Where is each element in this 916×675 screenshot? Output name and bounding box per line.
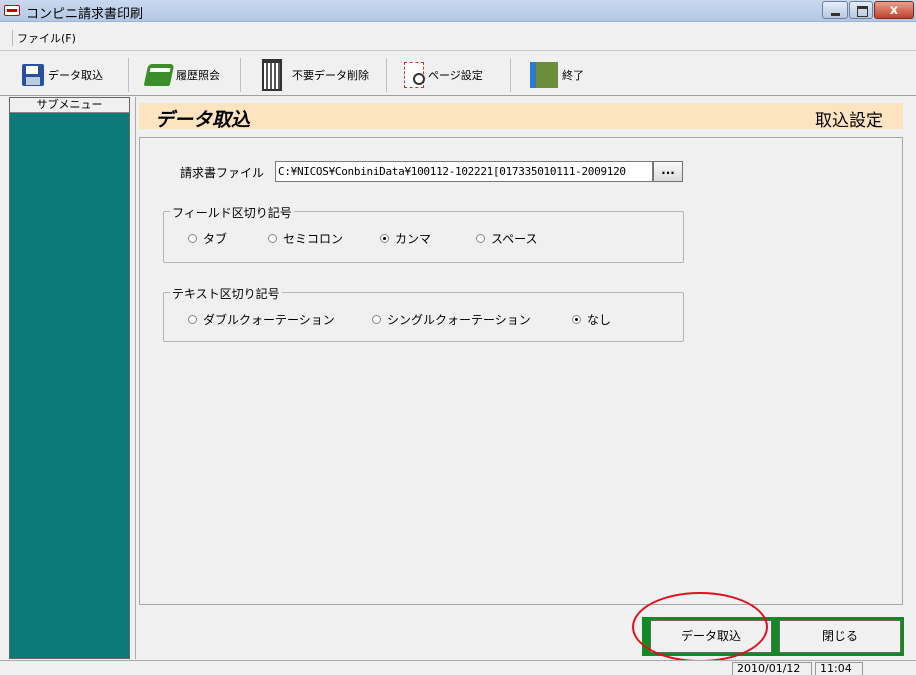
field-separator-title: フィールド区切り記号 xyxy=(170,204,294,221)
sidebar: サブメニュー xyxy=(9,97,130,659)
toolbar-exit-label: 終了 xyxy=(562,69,584,82)
menu-file[interactable]: ファイル(F) xyxy=(12,30,76,46)
radio-none[interactable]: なし xyxy=(572,311,611,328)
radio-icon xyxy=(188,234,197,243)
radio-comma[interactable]: カンマ xyxy=(380,230,431,247)
toolbar-page-setup-button[interactable]: ページ設定 xyxy=(404,60,483,90)
trash-can-icon xyxy=(262,59,282,91)
radio-label: セミコロン xyxy=(283,232,344,246)
radio-semicolon[interactable]: セミコロン xyxy=(268,230,343,247)
floppy-disk-icon xyxy=(22,64,44,86)
toolbar-page-setup-label: ページ設定 xyxy=(428,69,483,82)
toolbar-history-label: 履歴照会 xyxy=(176,69,220,82)
radio-label: シングルクォーテーション xyxy=(387,313,531,327)
toolbar-separator xyxy=(240,58,241,92)
app-icon xyxy=(4,5,20,16)
main-panel: データ取込 取込設定 請求書ファイル C:¥NICOS¥ConbiniData¥… xyxy=(135,97,913,659)
close-button[interactable]: 閉じる xyxy=(779,620,901,653)
file-label: 請求書ファイル xyxy=(180,166,265,180)
toolbar-delete-button[interactable]: 不要データ削除 xyxy=(262,59,369,91)
toolbar-exit-button[interactable]: 終了 xyxy=(530,60,584,90)
toolbar-import-button[interactable]: データ取込 xyxy=(22,60,103,90)
status-time: 11:04 xyxy=(815,662,863,675)
highlight-annotation xyxy=(632,592,768,662)
sidebar-title: サブメニュー xyxy=(10,98,129,113)
text-separator-group: テキスト区切り記号 ダブルクォーテーション シングルクォーテーション なし xyxy=(163,285,684,342)
radio-tab[interactable]: タブ xyxy=(188,230,227,247)
radio-icon xyxy=(372,315,381,324)
radio-icon xyxy=(268,234,277,243)
toolbar-separator xyxy=(386,58,387,92)
close-window-button[interactable]: x xyxy=(874,1,914,19)
exit-door-icon xyxy=(530,62,558,88)
radio-label: ダブルクォーテーション xyxy=(203,313,335,327)
radio-icon xyxy=(476,234,485,243)
title-bar: コンピニ請求書印刷 x xyxy=(0,0,916,22)
toolbar-history-button[interactable]: 履歴照会 xyxy=(143,60,220,90)
toolbar-import-label: データ取込 xyxy=(48,69,103,82)
toolbar-delete-label: 不要データ削除 xyxy=(292,69,369,82)
header-band: データ取込 取込設定 xyxy=(139,103,903,131)
radio-label: タブ xyxy=(203,232,228,246)
radio-selected-icon xyxy=(380,234,389,243)
page-setup-icon xyxy=(404,62,425,88)
radio-label: カンマ xyxy=(395,232,432,246)
text-separator-title: テキスト区切り記号 xyxy=(170,285,282,302)
page-subtitle: 取込設定 xyxy=(815,111,883,131)
page-title: データ取込 xyxy=(155,109,251,131)
radio-double-quote[interactable]: ダブルクォーテーション xyxy=(188,311,335,328)
file-path-input[interactable]: C:¥NICOS¥ConbiniData¥100112-102221[01733… xyxy=(275,161,653,182)
radio-icon xyxy=(188,315,197,324)
toolbar: データ取込 履歴照会 不要データ削除 ページ設定 終了 xyxy=(0,52,916,96)
radio-selected-icon xyxy=(572,315,581,324)
radio-space[interactable]: スペース xyxy=(476,230,538,247)
content-area: 請求書ファイル C:¥NICOS¥ConbiniData¥100112-1022… xyxy=(139,137,903,605)
status-bar: 2010/01/12 11:04 xyxy=(0,660,916,675)
radio-label: なし xyxy=(587,313,612,327)
browse-button[interactable]: ... xyxy=(653,161,683,182)
radio-label: スペース xyxy=(491,232,538,246)
minimize-button[interactable] xyxy=(822,1,848,19)
window-title: コンピニ請求書印刷 xyxy=(26,7,144,22)
menu-bar: ファイル(F) xyxy=(0,23,916,51)
toolbar-separator xyxy=(128,58,129,92)
books-icon xyxy=(143,64,175,86)
field-separator-group: フィールド区切り記号 タブ セミコロン カンマ スペース xyxy=(163,204,684,263)
maximize-button[interactable] xyxy=(849,1,873,19)
radio-single-quote[interactable]: シングルクォーテーション xyxy=(372,311,531,328)
status-date: 2010/01/12 xyxy=(732,662,812,675)
toolbar-separator xyxy=(510,58,511,92)
